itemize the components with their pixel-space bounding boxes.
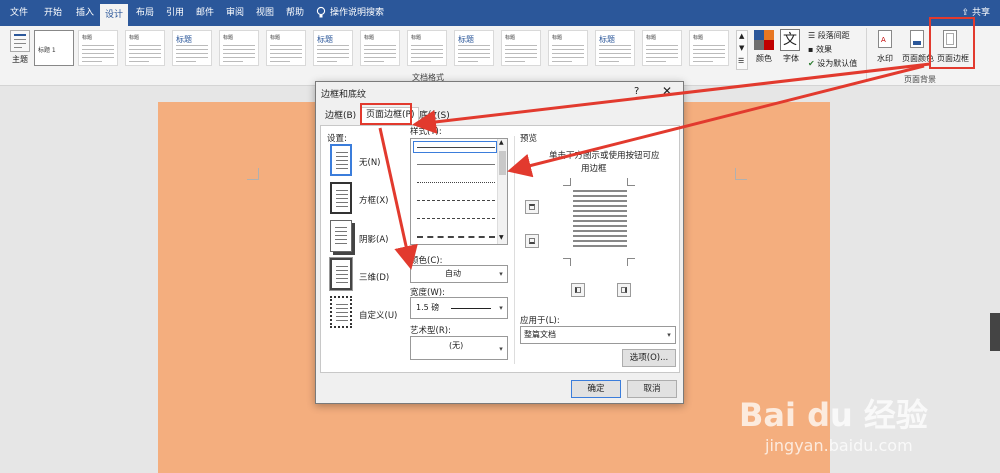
style-thumb[interactable]: 标题 bbox=[78, 30, 118, 66]
ribbon-separator bbox=[866, 28, 867, 82]
set-default-button[interactable]: ✔ 设为默认值 bbox=[808, 58, 857, 69]
cancel-button[interactable]: 取消 bbox=[627, 380, 677, 398]
setting-none-icon[interactable] bbox=[330, 144, 352, 176]
side-handle[interactable] bbox=[990, 313, 1000, 351]
ribbon-tab-bar: 文件 开始 插入 设计 布局 引用 邮件 审阅 视图 帮助 操作说明搜索 ⇪ 共… bbox=[0, 0, 1000, 26]
borders-shading-dialog: 边框和底纹 ? ✕ 边框(B) 页面边框(P) 底纹(S) 设置: 无(N) 方… bbox=[315, 81, 684, 404]
ribbon: 主题 标题 1 标题 标题 标题 标题 标题 标题 标题 标题 标题 标题 标题 标题 标题 标题 ▲ ▼… bbox=[0, 26, 1000, 86]
tab-view[interactable]: 视图 bbox=[250, 0, 280, 26]
tab-review[interactable]: 审阅 bbox=[220, 0, 250, 26]
page-background-group-label: 页面背景 bbox=[904, 75, 936, 84]
page-border-panel: 设置: 无(N) 方框(X) 阴影(A) 三维(D) 自定义(U) 样式(Y): bbox=[320, 125, 680, 373]
fonts-button[interactable]: 字体 bbox=[778, 53, 804, 64]
preview-hint: 用边框 bbox=[581, 164, 607, 174]
apply-to-dropdown[interactable]: 整篇文档 ▾ bbox=[520, 326, 676, 344]
chevron-down-icon: ▾ bbox=[499, 304, 503, 312]
watermark-button[interactable]: 水印 bbox=[872, 53, 898, 64]
setting-box-label[interactable]: 方框(X) bbox=[359, 194, 388, 206]
style-thumb[interactable]: 标题 bbox=[548, 30, 588, 66]
style-thumb[interactable]: 标题 bbox=[313, 30, 353, 66]
style-thumb[interactable]: 标题 bbox=[642, 30, 682, 66]
theme-icon[interactable] bbox=[10, 30, 30, 52]
crop-mark bbox=[247, 168, 259, 180]
effects-icon: ▪ bbox=[808, 45, 816, 54]
color-palette-icon[interactable] bbox=[754, 30, 774, 50]
color-dropdown[interactable]: 自动 ▾ bbox=[410, 265, 508, 283]
setting-none-label[interactable]: 无(N) bbox=[359, 156, 381, 168]
baidu-watermark: Bai du 经验 jingyan.baidu.com bbox=[739, 396, 928, 455]
tab-file[interactable]: 文件 bbox=[4, 0, 34, 26]
art-dropdown[interactable]: (无) ▾ bbox=[410, 336, 508, 360]
style-thumb[interactable]: 标题 bbox=[172, 30, 212, 66]
ok-button[interactable]: 确定 bbox=[571, 380, 621, 398]
close-icon[interactable]: ✕ bbox=[662, 84, 672, 98]
tab-home[interactable]: 开始 bbox=[36, 0, 70, 26]
paragraph-spacing-icon: ☰ bbox=[808, 31, 818, 40]
art-label: 艺术型(R): bbox=[410, 326, 451, 336]
style-list-scrollbar[interactable]: ▲ ▼ bbox=[497, 139, 507, 244]
chevron-down-icon: ▾ bbox=[667, 331, 671, 339]
watermark-icon[interactable]: A bbox=[878, 30, 892, 48]
lightbulb-icon bbox=[316, 6, 326, 18]
tab-mailings[interactable]: 邮件 bbox=[190, 0, 220, 26]
setting-3d-icon[interactable] bbox=[329, 257, 353, 291]
preview-hint: 单击下方图示或使用按钮可应 bbox=[549, 151, 660, 161]
style-thumb[interactable]: 标题 bbox=[595, 30, 635, 66]
effects-button[interactable]: ▪ 效果 bbox=[808, 44, 832, 55]
setting-3d-label[interactable]: 三维(D) bbox=[359, 271, 389, 283]
style-thumb[interactable]: 标题 bbox=[266, 30, 306, 66]
left-border-button[interactable] bbox=[571, 283, 585, 297]
tab-insert[interactable]: 插入 bbox=[68, 0, 102, 26]
tab-help[interactable]: 帮助 bbox=[280, 0, 310, 26]
gallery-scroll[interactable]: ▲ ▼ ☰ bbox=[736, 30, 748, 70]
chevron-down-icon: ▾ bbox=[499, 270, 503, 278]
style-thumb[interactable]: 标题 bbox=[219, 30, 259, 66]
font-icon[interactable]: 文 bbox=[780, 29, 800, 51]
highlight-page-borders bbox=[929, 17, 975, 69]
setting-box-icon[interactable] bbox=[330, 182, 352, 214]
preview-label: 预览 bbox=[520, 134, 538, 144]
tab-shading[interactable]: 底纹(S) bbox=[415, 109, 454, 125]
dialog-title: 边框和底纹 bbox=[321, 90, 367, 100]
theme-button[interactable]: 主题 bbox=[8, 54, 32, 65]
page-color-icon[interactable] bbox=[910, 30, 924, 48]
preview-separator bbox=[514, 136, 515, 364]
style-thumb[interactable]: 标题 bbox=[689, 30, 729, 66]
style-thumb[interactable]: 标题 bbox=[454, 30, 494, 66]
setting-custom-label[interactable]: 自定义(U) bbox=[359, 309, 397, 321]
preview-page[interactable] bbox=[549, 178, 649, 268]
settings-label: 设置: bbox=[327, 134, 347, 144]
bottom-border-button[interactable] bbox=[525, 234, 539, 248]
tab-borders[interactable]: 边框(B) bbox=[321, 109, 360, 125]
tab-design[interactable]: 设计 bbox=[100, 4, 128, 26]
setting-shadow-label[interactable]: 阴影(A) bbox=[359, 233, 388, 245]
top-border-button[interactable] bbox=[525, 200, 539, 214]
style-label: 样式(Y): bbox=[410, 127, 442, 137]
setting-shadow-icon[interactable] bbox=[330, 220, 352, 252]
style-thumb[interactable]: 标题 bbox=[501, 30, 541, 66]
style-thumb[interactable]: 标题 bbox=[125, 30, 165, 66]
apply-to-label: 应用于(L): bbox=[520, 316, 560, 326]
style-thumb[interactable]: 标题 bbox=[407, 30, 447, 66]
line-sample bbox=[451, 308, 491, 309]
width-dropdown[interactable]: 1.5 磅 ▾ bbox=[410, 297, 508, 319]
tab-references[interactable]: 引用 bbox=[160, 0, 190, 26]
chevron-down-icon: ▾ bbox=[499, 345, 503, 353]
right-border-button[interactable] bbox=[617, 283, 631, 297]
search-box[interactable]: 操作说明搜索 bbox=[330, 0, 390, 26]
options-button[interactable]: 选项(O)... bbox=[622, 349, 676, 367]
crop-mark bbox=[735, 168, 747, 180]
style-thumb[interactable]: 标题 1 bbox=[34, 30, 74, 66]
checkmark-icon: ✔ bbox=[808, 59, 818, 68]
paragraph-spacing-button[interactable]: ☰ 段落间距 bbox=[808, 30, 850, 41]
help-button[interactable]: ? bbox=[634, 86, 639, 97]
tab-layout[interactable]: 布局 bbox=[130, 0, 160, 26]
colors-button[interactable]: 颜色 bbox=[751, 53, 777, 64]
style-thumb[interactable]: 标题 bbox=[360, 30, 400, 66]
highlight-page-border-tab bbox=[360, 103, 412, 125]
setting-custom-icon[interactable] bbox=[330, 296, 352, 328]
border-style-list[interactable]: ▲ ▼ bbox=[410, 138, 508, 245]
